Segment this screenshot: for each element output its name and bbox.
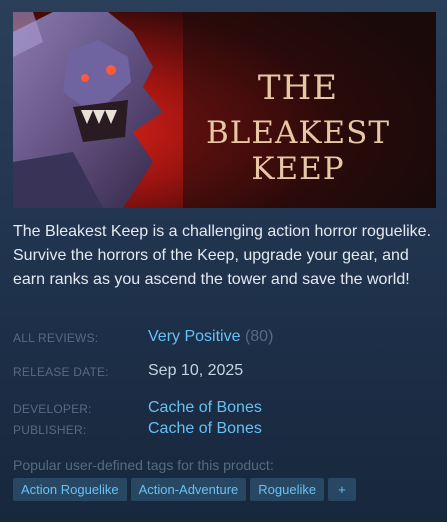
header-capsule-image[interactable]: THE BLEAKEST KEEP xyxy=(13,12,436,208)
developer-link[interactable]: Cache of Bones xyxy=(148,399,262,417)
release-date-value: Sep 10, 2025 xyxy=(148,362,244,379)
publisher-row: PUBLISHER: Cache of Bones xyxy=(13,420,433,442)
publisher-label: PUBLISHER: xyxy=(13,423,87,437)
developer-row: DEVELOPER: Cache of Bones xyxy=(13,399,433,421)
reviews-row: ALL REVIEWS: Very Positive (80) xyxy=(13,328,433,350)
tags-label: Popular user-defined tags for this produ… xyxy=(13,457,274,473)
tag-action-adventure[interactable]: Action-Adventure xyxy=(130,478,247,501)
release-date-label: RELEASE DATE: xyxy=(13,365,109,379)
add-tag-button[interactable]: + xyxy=(328,478,356,501)
capsule-title-line1: THE xyxy=(257,68,339,108)
game-description: The Bleakest Keep is a challenging actio… xyxy=(13,223,432,288)
reviews-count: (80) xyxy=(244,328,274,345)
reviews-value: Very Positive (80) xyxy=(148,328,273,346)
reviews-summary-link[interactable]: Very Positive xyxy=(148,328,240,345)
game-info-panel: THE BLEAKEST KEEP The Bleakest Keep is a… xyxy=(0,0,447,522)
tag-action-roguelike[interactable]: Action Roguelike xyxy=(13,478,127,501)
release-date-row: RELEASE DATE: Sep 10, 2025 xyxy=(13,362,433,384)
publisher-link[interactable]: Cache of Bones xyxy=(148,420,262,438)
tag-roguelike[interactable]: Roguelike xyxy=(250,478,325,501)
reviews-label: ALL REVIEWS: xyxy=(13,331,99,345)
developer-label: DEVELOPER: xyxy=(13,402,92,416)
tags-list: Action Roguelike Action-Adventure Roguel… xyxy=(13,478,356,501)
capsule-title-line2: BLEAKEST KEEP xyxy=(205,115,391,187)
